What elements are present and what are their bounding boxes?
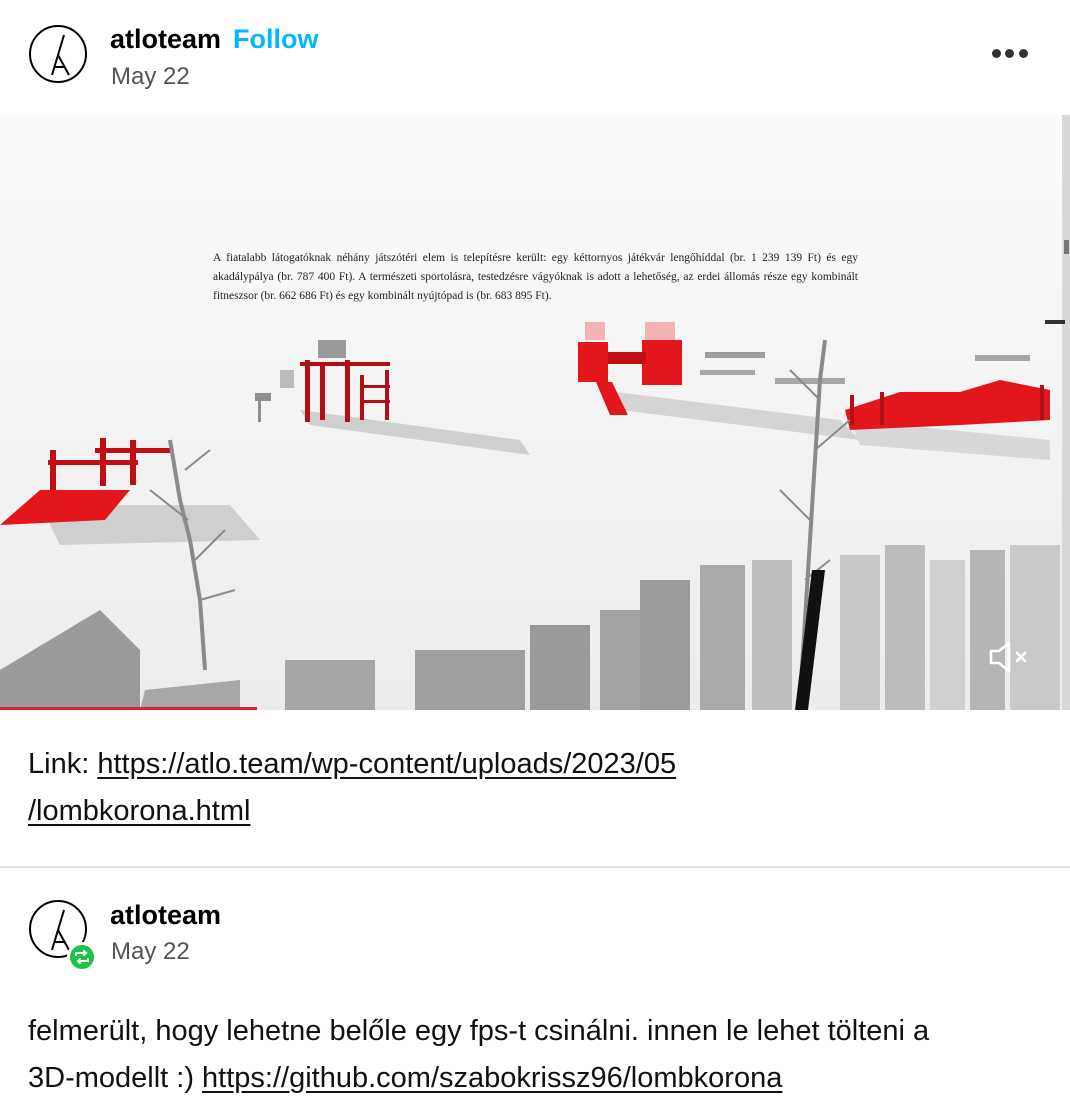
reblog-text-prefix: 3D-modellt :) — [28, 1062, 203, 1094]
video-frame-scene — [0, 115, 1070, 710]
reblog-username[interactable]: atloteam — [110, 899, 221, 931]
post-date[interactable]: May 22 — [111, 63, 190, 91]
post-username[interactable]: atloteam — [110, 23, 221, 55]
more-dot — [1005, 49, 1014, 58]
more-horizontal-icon — [992, 49, 1001, 58]
reblog-icon — [75, 950, 89, 964]
video-overlay-text: A fiatalabb látogatóknak néhány játszóté… — [213, 252, 858, 302]
more-options-button[interactable] — [988, 44, 1032, 64]
post-header: atloteam Follow May 22 — [0, 0, 1070, 110]
reblog-date[interactable]: May 22 — [111, 938, 190, 966]
reblog-text: felmerült, hogy lehetne belőle egy fps-t… — [28, 1008, 1058, 1102]
follow-button[interactable]: Follow — [233, 23, 318, 55]
github-link[interactable]: https://github.com/szabokrissz96/lombkor… — [202, 1062, 782, 1094]
link-prefix: Link: — [28, 748, 98, 780]
more-dot — [1019, 49, 1028, 58]
post-link-continued[interactable]: /lombkorona.html — [28, 795, 250, 827]
volume-muted-icon — [989, 641, 1027, 673]
post-link[interactable]: https://atlo.team/wp-content/uploads/202… — [97, 748, 676, 780]
post-link-text: Link: https://atlo.team/wp-content/uploa… — [28, 741, 676, 835]
atlo-logo-icon — [51, 34, 70, 76]
video-progress-bar[interactable] — [0, 707, 257, 710]
reblog-badge — [67, 942, 97, 972]
post-video[interactable]: A fiatalabb látogatóknak néhány játszóté… — [0, 115, 1070, 710]
avatar[interactable] — [29, 25, 87, 83]
mute-button[interactable] — [988, 639, 1036, 675]
reblog-text-line1: felmerült, hogy lehetne belőle egy fps-t… — [28, 1015, 930, 1047]
post-divider — [0, 866, 1070, 868]
